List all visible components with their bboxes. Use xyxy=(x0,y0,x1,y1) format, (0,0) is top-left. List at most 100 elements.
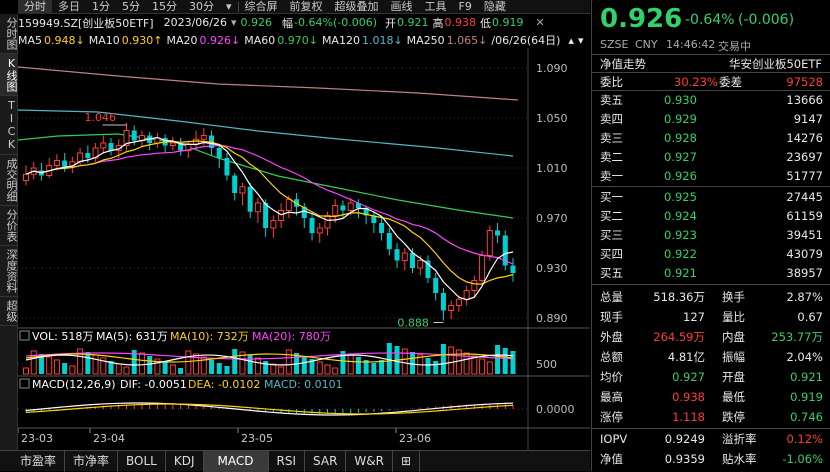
ma120-value: 1.018↓ xyxy=(361,33,403,47)
indicator-tab-4[interactable]: MACD xyxy=(203,451,269,472)
ma10-label: MA10 xyxy=(88,33,120,47)
right-bids-0-row: 买一 0.925 27445 xyxy=(592,188,830,206)
candle-body xyxy=(340,205,346,211)
price-axis-label: 1.090 xyxy=(536,62,568,75)
candle-body xyxy=(401,252,408,261)
right-nav-row: 净值 0.9359 贴水率 -1.06% xyxy=(592,450,830,468)
indicator-tab-0[interactable]: 市盈率 xyxy=(0,451,66,472)
right-stats-1-row: 现手 127 量比 0.67 xyxy=(592,308,830,326)
indicator-tab-6[interactable]: SAR xyxy=(305,451,347,472)
right-stats-0-row: 总量 518.36万 换手 2.87% xyxy=(592,288,830,306)
right-stats-2-col-1: 264.59万 xyxy=(653,330,705,344)
vtab-0[interactable]: 分时图 xyxy=(0,14,18,54)
candle-body xyxy=(278,210,285,221)
indicator-tab-8[interactable]: ⊞ xyxy=(393,451,421,472)
right-bids-4-row: 买五 0.921 38957 xyxy=(592,264,830,282)
right-asks-1-row: 卖四 0.929 9147 xyxy=(592,110,830,128)
annot-high-label: 1.046 xyxy=(84,111,116,124)
right-bids-4-col-0: 买五 xyxy=(600,266,623,280)
chart-area[interactable]: 1.090 1.050 1.010 0.970 0.930 0.890 1.046 0.888… xyxy=(17,48,590,450)
weicha-label: 委差 xyxy=(719,75,742,89)
indicator-tab-5[interactable]: RSI xyxy=(269,451,306,472)
close-icon[interactable]: ✕ xyxy=(536,16,545,29)
right-bids-0-col-1: 0.925 xyxy=(664,190,697,204)
toolbar-item-7[interactable]: 综合屏 xyxy=(239,0,284,14)
right-iopv-col-1: 0.9249 xyxy=(664,432,705,446)
volume-bar xyxy=(371,363,377,374)
right-asks-2-col-0: 卖三 xyxy=(600,131,623,145)
right-stats-5-col-1: 0.938 xyxy=(672,390,705,404)
right-stats-6-col-3: 0.746 xyxy=(790,410,823,424)
nav-trend-link[interactable]: 净值走势 xyxy=(600,56,646,72)
candle-body xyxy=(23,173,29,181)
indicator-tab-3[interactable]: KDJ xyxy=(166,451,204,472)
indicator-tab-7[interactable]: W&R xyxy=(346,451,393,472)
right-stats-4-col-1: 0.927 xyxy=(672,370,705,384)
right-stats-5-row: 最高 0.938 最低 0.919 xyxy=(592,388,830,406)
volume-bar xyxy=(30,350,37,375)
info-price: 0.926 xyxy=(240,16,273,29)
toolbar-item-2[interactable]: 1分 xyxy=(86,0,116,14)
quote-info-bar: 159949.SZ[创业板50ETF] 2023/06/26 ▾ 0.926 幅… xyxy=(18,14,590,31)
volume-bar xyxy=(301,356,307,374)
price-dropdown-icon[interactable]: ▾ xyxy=(231,16,237,29)
zoom-out-icon[interactable]: ▾ xyxy=(578,34,584,47)
right-asks-4-row: 卖一 0.926 51777 xyxy=(592,167,830,185)
volume-bar xyxy=(85,352,91,374)
toolbar-item-6[interactable]: ▾ xyxy=(220,0,238,14)
info-high: 0.938 xyxy=(444,16,477,29)
volume-bar xyxy=(123,366,130,375)
toolbar-item-13[interactable]: 隐藏 xyxy=(478,0,512,14)
toolbar-item-5[interactable]: 30分 xyxy=(183,0,220,14)
candle-body xyxy=(347,202,354,211)
indicator-tab-2[interactable]: BOLL xyxy=(118,451,166,472)
volume-legend: VOL: 518万 xyxy=(32,330,93,343)
candle-body xyxy=(232,175,238,193)
right-asks-4-col-0: 卖一 xyxy=(600,169,623,183)
candle-body xyxy=(463,290,470,300)
security-code: 159949.SZ[创业板50ETF] xyxy=(18,16,154,30)
info-low: 0.919 xyxy=(492,16,524,29)
toolbar-item-11[interactable]: 工具 xyxy=(419,0,453,14)
ma250-line xyxy=(17,66,519,101)
big-chg-abs: (-0.006) xyxy=(738,12,795,28)
toolbar-item-8[interactable]: 前复权 xyxy=(284,0,329,14)
fund-name: 华安创业板50ETF xyxy=(728,57,822,71)
vtab-4[interactable]: 分价表 xyxy=(0,206,18,246)
vtab-2[interactable]: TICK xyxy=(0,96,18,155)
price-axis-label: 1.010 xyxy=(536,162,568,175)
vtab-5[interactable]: 深度资料 xyxy=(0,246,18,297)
candle-body xyxy=(100,142,107,149)
candle-body xyxy=(131,130,137,141)
kline-chart[interactable]: 1.0901.0501.0100.9700.9300.8901.0460.888… xyxy=(17,48,590,450)
macd-legend: MACD(12,26,9) xyxy=(32,378,116,391)
vtab-6[interactable]: 超级 xyxy=(0,297,18,326)
right-asks-3-col-0: 卖二 xyxy=(600,150,623,164)
toolbar-item-4[interactable]: 15分 xyxy=(146,0,183,14)
zoom-in-icon[interactable]: ▴ xyxy=(568,34,574,47)
volume-bar xyxy=(232,349,238,374)
candle-body xyxy=(486,230,493,256)
toolbar-item-10[interactable]: 画线 xyxy=(385,0,419,14)
right-bids-3-col-0: 买四 xyxy=(600,247,623,261)
volume-bar xyxy=(216,363,222,374)
right-bids-3-row: 买四 0.922 43079 xyxy=(592,245,830,263)
right-asks-2-col-2: 14276 xyxy=(786,131,823,145)
right-stats-1-col-3: 0.67 xyxy=(797,310,823,324)
right-stats-4-col-3: 0.921 xyxy=(790,370,823,384)
vtab-3[interactable]: 成交明细 xyxy=(0,155,18,206)
vtab-1[interactable]: K线图 xyxy=(0,54,18,96)
toolbar-item-12[interactable]: F9 xyxy=(453,0,478,14)
right-bids-2-col-1: 0.923 xyxy=(664,228,697,242)
right-nav-col-2: 贴水率 xyxy=(722,452,757,466)
quote-date: 2023/06/26 xyxy=(163,16,227,29)
volume-bar xyxy=(209,360,215,374)
toolbar-item-0[interactable]: 分时 xyxy=(18,0,52,14)
candle-body xyxy=(495,230,501,236)
toolbar-item-9[interactable]: 超级叠加 xyxy=(329,0,385,14)
right-stats-0-col-1: 518.36万 xyxy=(653,290,705,304)
indicator-tab-1[interactable]: 市净率 xyxy=(65,451,119,472)
toolbar-item-3[interactable]: 5分 xyxy=(116,0,146,14)
volume-legend: MA(10): 732万 xyxy=(170,330,249,343)
toolbar-item-1[interactable]: 多日 xyxy=(52,0,86,14)
